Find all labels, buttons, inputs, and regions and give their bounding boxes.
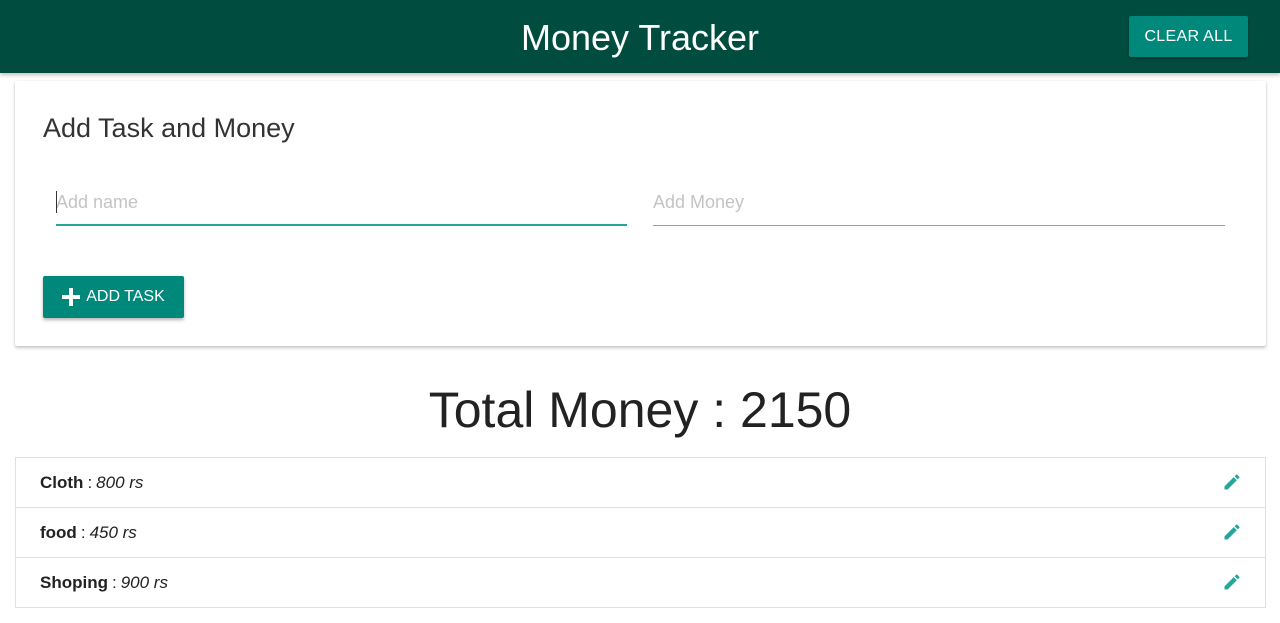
app-title: Money Tracker [520, 17, 760, 58]
item-separator: : [87, 472, 93, 492]
name-field [56, 180, 627, 226]
money-input[interactable] [653, 180, 1225, 224]
pencil-icon [1224, 524, 1240, 540]
pencil-icon [1224, 474, 1240, 490]
edit-item-button[interactable] [1221, 571, 1243, 593]
pencil-icon [1224, 574, 1240, 590]
edit-item-button[interactable] [1221, 521, 1243, 543]
item-amount: 900 rs [120, 573, 168, 592]
add-task-button[interactable]: ADD TASK [43, 276, 184, 318]
edit-item-button[interactable] [1221, 471, 1243, 493]
add-task-card: Add Task and Money ADD TASK [15, 81, 1266, 346]
list-item: Cloth : 800 rs [16, 458, 1265, 508]
add-task-label: ADD TASK [86, 288, 165, 305]
clear-all-button[interactable]: CLEAR ALL [1129, 16, 1248, 57]
item-amount: 450 rs [89, 522, 137, 542]
total-money: Total Money : 2150 [428, 382, 852, 438]
money-field [653, 180, 1225, 226]
item-separator: : [111, 573, 117, 592]
name-input[interactable] [56, 180, 627, 224]
item-separator: : [80, 522, 86, 542]
text-caret [56, 191, 57, 213]
item-name: Shoping [40, 573, 108, 592]
item-name: Cloth [40, 472, 84, 492]
card-title: Add Task and Money [43, 113, 295, 143]
plus-icon [62, 288, 81, 306]
item-name: food [40, 522, 77, 542]
task-list: Cloth : 800 rs food : 450 rs Shoping : 9… [15, 457, 1266, 608]
navbar: Money Tracker CLEAR ALL [0, 0, 1280, 73]
item-amount: 800 rs [96, 472, 144, 492]
list-item: Shoping : 900 rs [16, 558, 1265, 608]
list-item: food : 450 rs [16, 508, 1265, 558]
